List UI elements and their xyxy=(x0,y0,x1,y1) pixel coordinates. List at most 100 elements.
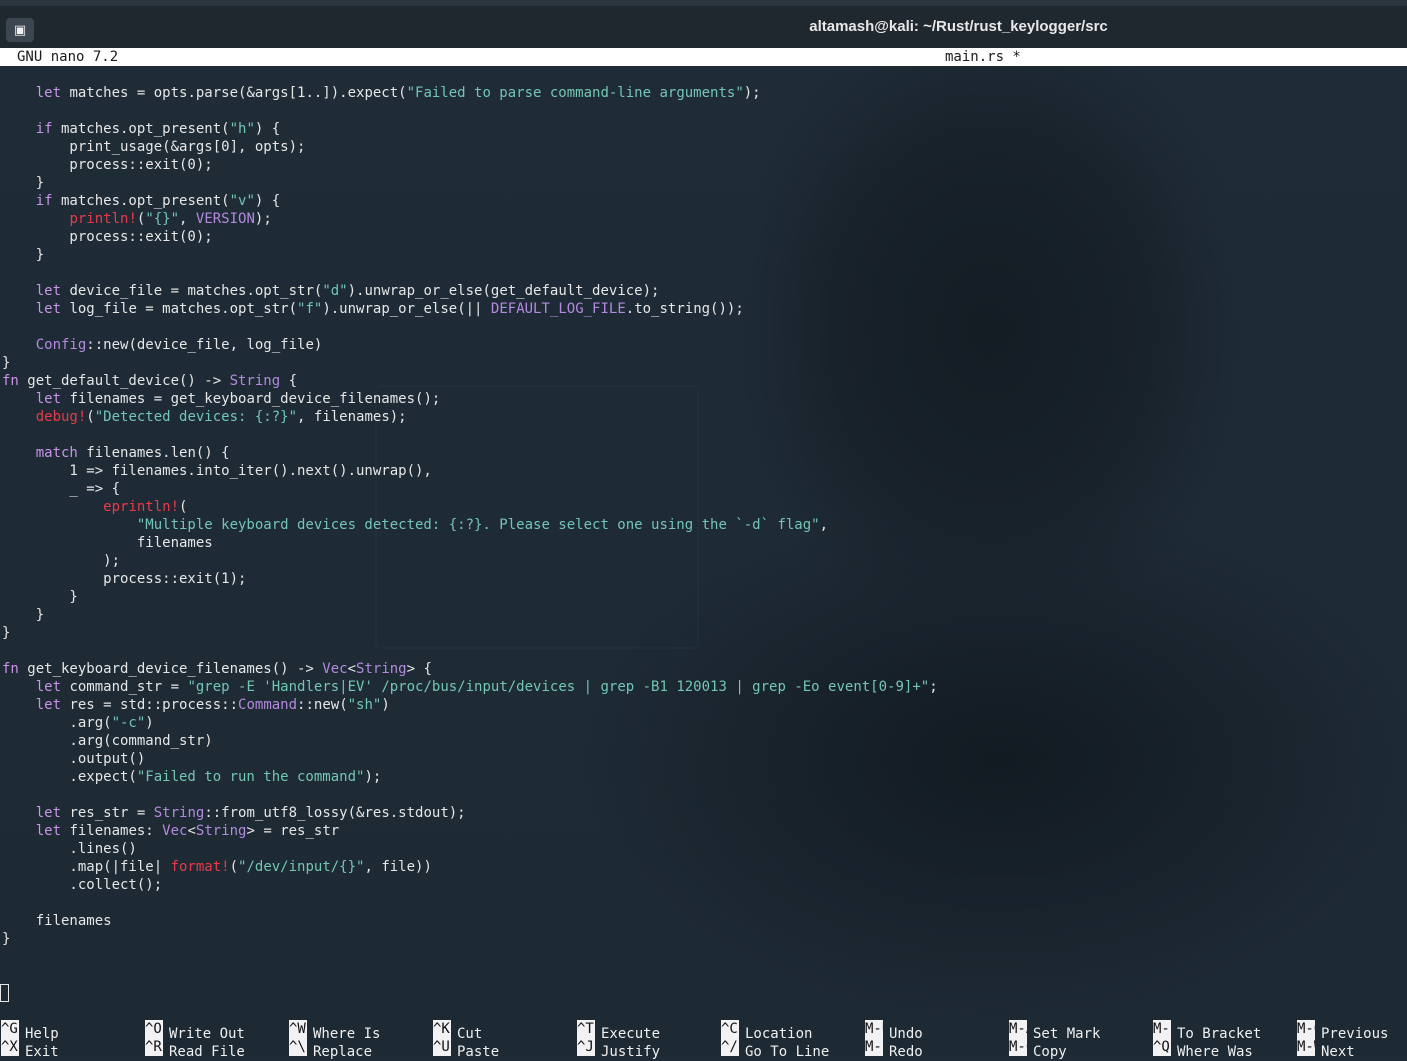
code-line[interactable]: .expect("Failed to run the command"); xyxy=(2,768,1402,786)
code-line[interactable]: ); xyxy=(2,552,1402,570)
code-line[interactable]: filenames xyxy=(2,912,1402,930)
code-token: ::from_utf8_lossy(&res.stdout); xyxy=(204,805,466,821)
code-line[interactable] xyxy=(2,264,1402,282)
shortcut-next[interactable]: M-W Next xyxy=(1297,1038,1355,1060)
code-token: .lines() xyxy=(2,841,137,857)
code-line[interactable]: eprintln!( xyxy=(2,498,1402,516)
code-line[interactable]: fn get_keyboard_device_filenames() -> Ve… xyxy=(2,660,1402,678)
code-line[interactable] xyxy=(2,786,1402,804)
code-line[interactable]: .arg(command_str) xyxy=(2,732,1402,750)
code-line[interactable]: filenames xyxy=(2,534,1402,552)
code-token: String xyxy=(195,823,247,839)
shortcut-paste[interactable]: ^U Paste xyxy=(433,1038,499,1060)
code-line[interactable] xyxy=(2,318,1402,336)
code-line[interactable]: let device_file = matches.opt_str("d").u… xyxy=(2,282,1402,300)
shortcut-where-is[interactable]: ^W Where Is xyxy=(289,1020,380,1042)
code-token: process::exit(1); xyxy=(2,571,247,587)
code-line[interactable]: } xyxy=(2,246,1402,264)
code-line[interactable]: fn get_default_device() -> String { xyxy=(2,372,1402,390)
shortcut-go-to-line[interactable]: ^/ Go To Line xyxy=(721,1038,829,1060)
code-line[interactable] xyxy=(2,894,1402,912)
code-line[interactable]: } xyxy=(2,174,1402,192)
code-line[interactable]: let command_str = "grep -E 'Handlers|EV'… xyxy=(2,678,1402,696)
code-line[interactable]: } xyxy=(2,588,1402,606)
shortcut-key: ^T xyxy=(577,1020,595,1038)
code-editor[interactable]: let matches = opts.parse(&args[1..]).exp… xyxy=(2,84,1402,948)
code-line[interactable]: let filenames = get_keyboard_device_file… xyxy=(2,390,1402,408)
code-line[interactable]: .arg("-c") xyxy=(2,714,1402,732)
code-token: filenames = get_keyboard_device_filename… xyxy=(61,391,441,407)
code-line[interactable]: } xyxy=(2,930,1402,948)
shortcut-execute[interactable]: ^T Execute xyxy=(577,1020,660,1042)
code-line[interactable]: debug!("Detected devices: {:?}", filenam… xyxy=(2,408,1402,426)
shortcut-previous[interactable]: M-QPrevious xyxy=(1297,1020,1388,1042)
code-line[interactable]: process::exit(1); xyxy=(2,570,1402,588)
code-line[interactable]: .output() xyxy=(2,750,1402,768)
shortcut-write-out[interactable]: ^O Write Out xyxy=(145,1020,245,1042)
code-token: } xyxy=(2,175,45,191)
code-token: "Multiple keyboard devices detected: {:?… xyxy=(136,517,820,533)
code-line[interactable]: Config::new(device_file, log_file) xyxy=(2,336,1402,354)
code-line[interactable]: .lines() xyxy=(2,840,1402,858)
code-line[interactable]: match filenames.len() { xyxy=(2,444,1402,462)
code-line[interactable]: .collect(); xyxy=(2,876,1402,894)
code-token: , xyxy=(179,211,196,227)
shortcut-label: Read File xyxy=(169,1044,245,1060)
shortcut-undo[interactable]: M-UUndo xyxy=(865,1020,923,1042)
shortcut-key: M-] xyxy=(1153,1020,1171,1038)
shortcut-key: ^/ xyxy=(721,1038,739,1056)
shortcut-copy[interactable]: M-6 Copy xyxy=(1009,1038,1067,1060)
code-line[interactable]: let matches = opts.parse(&args[1..]).exp… xyxy=(2,84,1402,102)
code-line[interactable]: let log_file = matches.opt_str("f").unwr… xyxy=(2,300,1402,318)
code-token: filenames xyxy=(2,535,213,551)
shortcut-read-file[interactable]: ^R Read File xyxy=(145,1038,245,1060)
code-line[interactable]: } xyxy=(2,624,1402,642)
code-line[interactable]: 1 => filenames.into_iter().next().unwrap… xyxy=(2,462,1402,480)
code-line[interactable]: _ => { xyxy=(2,480,1402,498)
code-token: ); xyxy=(254,211,272,227)
code-token: "sh" xyxy=(347,697,382,713)
shortcut-to-bracket[interactable]: M-]To Bracket xyxy=(1153,1020,1261,1042)
code-token: "h" xyxy=(229,121,255,137)
code-token: ; xyxy=(929,679,938,695)
shortcut-cut[interactable]: ^K Cut xyxy=(433,1020,482,1042)
code-line[interactable]: process::exit(0); xyxy=(2,228,1402,246)
code-token: , filenames); xyxy=(297,409,407,425)
code-token: ).unwrap_or_else(|| xyxy=(322,301,491,317)
shortcut-justify[interactable]: ^J Justify xyxy=(577,1038,660,1060)
shortcut-replace[interactable]: ^\ Replace xyxy=(289,1038,372,1060)
shortcut-label: Justify xyxy=(601,1044,661,1060)
code-line[interactable]: println!("{}", VERSION); xyxy=(2,210,1402,228)
code-token: get_keyboard_device_filenames() -> xyxy=(18,661,323,677)
code-token: "Detected devices: {:?}" xyxy=(94,409,298,425)
code-line[interactable]: .map(|file| format!("/dev/input/{}", fil… xyxy=(2,858,1402,876)
code-token: if xyxy=(35,193,53,209)
code-line[interactable]: process::exit(0); xyxy=(2,156,1402,174)
code-line[interactable]: if matches.opt_present("v") { xyxy=(2,192,1402,210)
code-line[interactable]: if matches.opt_present("h") { xyxy=(2,120,1402,138)
shortcut-help[interactable]: ^G Help xyxy=(1,1020,59,1042)
code-line[interactable] xyxy=(2,642,1402,660)
shortcut-key: M-W xyxy=(1297,1038,1315,1056)
code-line[interactable] xyxy=(2,102,1402,120)
code-line[interactable]: let res_str = String::from_utf8_lossy(&r… xyxy=(2,804,1402,822)
code-line[interactable] xyxy=(2,426,1402,444)
shortcut-redo[interactable]: M-E Redo xyxy=(865,1038,923,1060)
shortcut-location[interactable]: ^C Location xyxy=(721,1020,812,1042)
code-token: ( xyxy=(86,409,95,425)
code-line[interactable]: let res = std::process::Command::new("sh… xyxy=(2,696,1402,714)
code-line[interactable]: "Multiple keyboard devices detected: {:?… xyxy=(2,516,1402,534)
code-line[interactable]: let filenames: Vec<String> = res_str xyxy=(2,822,1402,840)
shortcut-exit[interactable]: ^X Exit xyxy=(1,1038,59,1060)
shortcut-key: ^\ xyxy=(289,1038,307,1056)
shortcut-where-was[interactable]: ^Q Where Was xyxy=(1153,1038,1253,1060)
code-line[interactable]: print_usage(&args[0], opts); xyxy=(2,138,1402,156)
shortcut-set-mark[interactable]: M-ASet Mark xyxy=(1009,1020,1100,1042)
code-line[interactable]: } xyxy=(2,354,1402,372)
code-line[interactable]: } xyxy=(2,606,1402,624)
